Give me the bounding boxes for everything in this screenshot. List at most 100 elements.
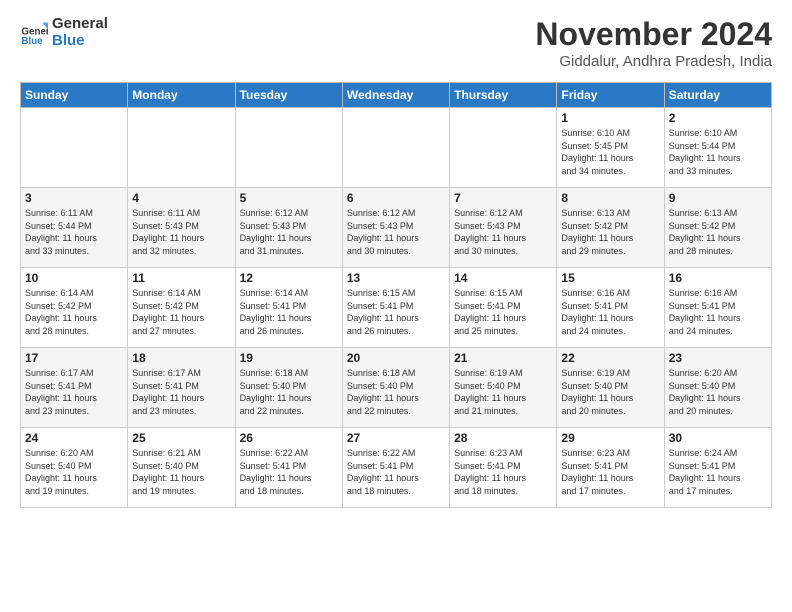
day-info: Sunrise: 6:16 AM Sunset: 5:41 PM Dayligh… (669, 287, 767, 337)
title-block: November 2024 Giddalur, Andhra Pradesh, … (535, 16, 772, 70)
subtitle: Giddalur, Andhra Pradesh, India (535, 53, 772, 70)
day-number: 20 (347, 351, 445, 365)
logo-blue: Blue (52, 33, 108, 50)
day-number: 17 (25, 351, 123, 365)
day-cell: 28 Sunrise: 6:23 AM Sunset: 5:41 PM Dayli… (450, 428, 557, 508)
day-number: 11 (132, 271, 230, 285)
day-cell: 8 Sunrise: 6:13 AM Sunset: 5:42 PM Daylig… (557, 188, 664, 268)
page: General Blue General Blue November 2024 … (0, 0, 792, 518)
day-number: 16 (669, 271, 767, 285)
day-cell: 14 Sunrise: 6:15 AM Sunset: 5:41 PM Dayli… (450, 268, 557, 348)
col-header-friday: Friday (557, 83, 664, 108)
day-cell: 23 Sunrise: 6:20 AM Sunset: 5:40 PM Dayli… (664, 348, 771, 428)
day-number: 22 (561, 351, 659, 365)
day-cell: 9 Sunrise: 6:13 AM Sunset: 5:42 PM Daylig… (664, 188, 771, 268)
day-info: Sunrise: 6:18 AM Sunset: 5:40 PM Dayligh… (240, 367, 338, 417)
day-cell (128, 108, 235, 188)
day-cell: 22 Sunrise: 6:19 AM Sunset: 5:40 PM Dayli… (557, 348, 664, 428)
day-cell: 15Sunrise: 6:16 AM Sunset: 5:41 PM Dayli… (557, 268, 664, 348)
day-number: 13 (347, 271, 445, 285)
day-info: Sunrise: 6:19 AM Sunset: 5:40 PM Dayligh… (454, 367, 552, 417)
day-info: Sunrise: 6:13 AM Sunset: 5:42 PM Dayligh… (561, 207, 659, 257)
day-cell (450, 108, 557, 188)
day-number: 19 (240, 351, 338, 365)
day-info: Sunrise: 6:23 AM Sunset: 5:41 PM Dayligh… (561, 447, 659, 497)
week-row-1: 1Sunrise: 6:10 AM Sunset: 5:45 PM Daylig… (21, 108, 772, 188)
logo-general: General (52, 16, 108, 33)
day-cell: 20 Sunrise: 6:18 AM Sunset: 5:40 PM Dayli… (342, 348, 449, 428)
day-info: Sunrise: 6:10 AM Sunset: 5:44 PM Dayligh… (669, 127, 767, 177)
day-cell: 21 Sunrise: 6:19 AM Sunset: 5:40 PM Dayli… (450, 348, 557, 428)
day-cell: 16 Sunrise: 6:16 AM Sunset: 5:41 PM Dayli… (664, 268, 771, 348)
day-info: Sunrise: 6:23 AM Sunset: 5:41 PM Dayligh… (454, 447, 552, 497)
day-info: Sunrise: 6:20 AM Sunset: 5:40 PM Dayligh… (25, 447, 123, 497)
day-cell: 7 Sunrise: 6:12 AM Sunset: 5:43 PM Daylig… (450, 188, 557, 268)
day-info: Sunrise: 6:14 AM Sunset: 5:42 PM Dayligh… (132, 287, 230, 337)
day-info: Sunrise: 6:18 AM Sunset: 5:40 PM Dayligh… (347, 367, 445, 417)
week-row-5: 24Sunrise: 6:20 AM Sunset: 5:40 PM Dayli… (21, 428, 772, 508)
day-number: 14 (454, 271, 552, 285)
day-info: Sunrise: 6:24 AM Sunset: 5:41 PM Dayligh… (669, 447, 767, 497)
day-number: 5 (240, 191, 338, 205)
month-title: November 2024 (535, 16, 772, 53)
day-number: 2 (669, 111, 767, 125)
col-header-sunday: Sunday (21, 83, 128, 108)
day-cell (342, 108, 449, 188)
day-cell: 24Sunrise: 6:20 AM Sunset: 5:40 PM Dayli… (21, 428, 128, 508)
week-row-2: 3Sunrise: 6:11 AM Sunset: 5:44 PM Daylig… (21, 188, 772, 268)
day-cell: 6Sunrise: 6:12 AM Sunset: 5:43 PM Daylig… (342, 188, 449, 268)
week-row-4: 17 Sunrise: 6:17 AM Sunset: 5:41 PM Dayli… (21, 348, 772, 428)
day-number: 4 (132, 191, 230, 205)
day-number: 23 (669, 351, 767, 365)
day-number: 12 (240, 271, 338, 285)
day-info: Sunrise: 6:12 AM Sunset: 5:43 PM Dayligh… (454, 207, 552, 257)
day-info: Sunrise: 6:11 AM Sunset: 5:43 PM Dayligh… (132, 207, 230, 257)
day-info: Sunrise: 6:20 AM Sunset: 5:40 PM Dayligh… (669, 367, 767, 417)
day-info: Sunrise: 6:12 AM Sunset: 5:43 PM Dayligh… (240, 207, 338, 257)
svg-text:Blue: Blue (21, 36, 43, 47)
day-cell: 17 Sunrise: 6:17 AM Sunset: 5:41 PM Dayli… (21, 348, 128, 428)
day-cell: 27 Sunrise: 6:22 AM Sunset: 5:41 PM Dayli… (342, 428, 449, 508)
day-info: Sunrise: 6:14 AM Sunset: 5:42 PM Dayligh… (25, 287, 123, 337)
day-cell: 13Sunrise: 6:15 AM Sunset: 5:41 PM Dayli… (342, 268, 449, 348)
day-number: 15 (561, 271, 659, 285)
day-cell (21, 108, 128, 188)
day-info: Sunrise: 6:10 AM Sunset: 5:45 PM Dayligh… (561, 127, 659, 177)
header-row: SundayMondayTuesdayWednesdayThursdayFrid… (21, 83, 772, 108)
col-header-monday: Monday (128, 83, 235, 108)
day-info: Sunrise: 6:17 AM Sunset: 5:41 PM Dayligh… (25, 367, 123, 417)
day-info: Sunrise: 6:21 AM Sunset: 5:40 PM Dayligh… (132, 447, 230, 497)
calendar-table: SundayMondayTuesdayWednesdayThursdayFrid… (20, 82, 772, 508)
day-number: 9 (669, 191, 767, 205)
day-info: Sunrise: 6:22 AM Sunset: 5:41 PM Dayligh… (347, 447, 445, 497)
day-number: 28 (454, 431, 552, 445)
day-number: 29 (561, 431, 659, 445)
week-row-3: 10Sunrise: 6:14 AM Sunset: 5:42 PM Dayli… (21, 268, 772, 348)
day-cell: 18Sunrise: 6:17 AM Sunset: 5:41 PM Dayli… (128, 348, 235, 428)
col-header-thursday: Thursday (450, 83, 557, 108)
day-cell: 1Sunrise: 6:10 AM Sunset: 5:45 PM Daylig… (557, 108, 664, 188)
day-number: 21 (454, 351, 552, 365)
col-header-saturday: Saturday (664, 83, 771, 108)
day-number: 7 (454, 191, 552, 205)
day-number: 27 (347, 431, 445, 445)
day-cell: 4 Sunrise: 6:11 AM Sunset: 5:43 PM Daylig… (128, 188, 235, 268)
col-header-wednesday: Wednesday (342, 83, 449, 108)
day-number: 25 (132, 431, 230, 445)
day-cell: 10Sunrise: 6:14 AM Sunset: 5:42 PM Dayli… (21, 268, 128, 348)
day-info: Sunrise: 6:13 AM Sunset: 5:42 PM Dayligh… (669, 207, 767, 257)
day-info: Sunrise: 6:12 AM Sunset: 5:43 PM Dayligh… (347, 207, 445, 257)
day-number: 8 (561, 191, 659, 205)
day-cell: 29 Sunrise: 6:23 AM Sunset: 5:41 PM Dayli… (557, 428, 664, 508)
day-cell: 5 Sunrise: 6:12 AM Sunset: 5:43 PM Daylig… (235, 188, 342, 268)
logo-icon: General Blue (20, 19, 48, 47)
day-cell: 19 Sunrise: 6:18 AM Sunset: 5:40 PM Dayli… (235, 348, 342, 428)
day-cell: 12Sunrise: 6:14 AM Sunset: 5:41 PM Dayli… (235, 268, 342, 348)
day-cell: 25 Sunrise: 6:21 AM Sunset: 5:40 PM Dayli… (128, 428, 235, 508)
day-number: 30 (669, 431, 767, 445)
day-info: Sunrise: 6:15 AM Sunset: 5:41 PM Dayligh… (454, 287, 552, 337)
day-number: 3 (25, 191, 123, 205)
logo: General Blue General Blue (20, 16, 108, 49)
day-info: Sunrise: 6:19 AM Sunset: 5:40 PM Dayligh… (561, 367, 659, 417)
day-number: 18 (132, 351, 230, 365)
